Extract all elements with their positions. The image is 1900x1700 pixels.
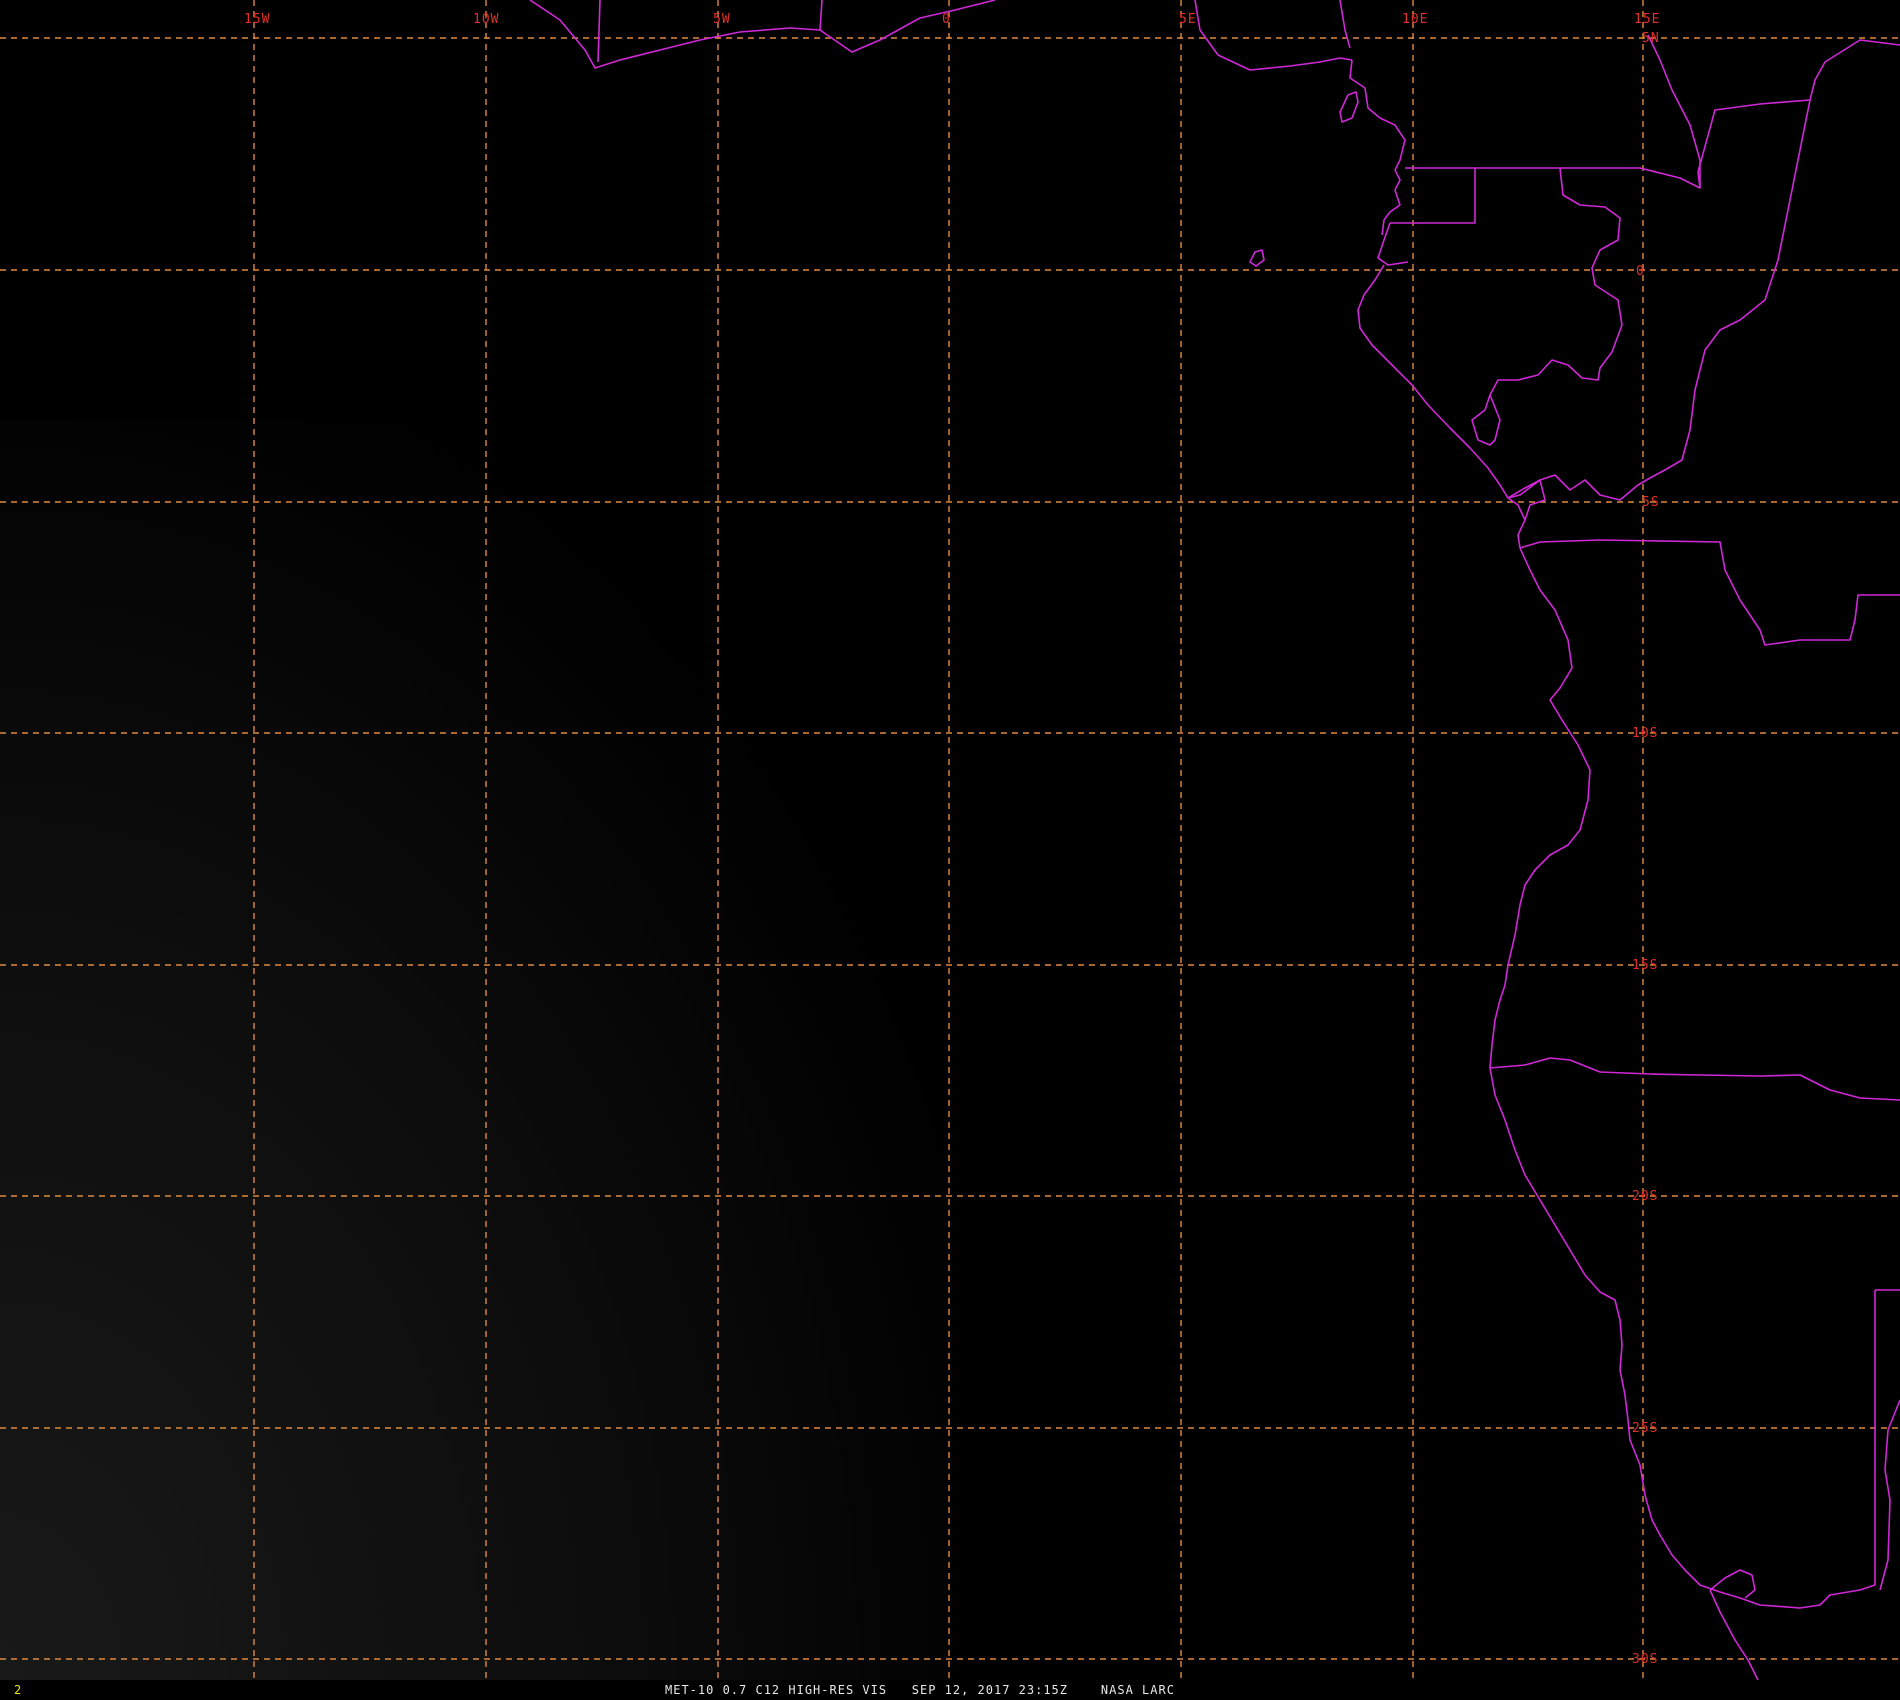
congo-drc-border [1647,34,1701,188]
lat-label-20s: 20S [1632,1189,1658,1204]
lon-label-10w: 10W [473,12,499,27]
ghana-border [597,0,601,63]
lat-label-10s: 10S [1632,726,1658,741]
congo-border-east [1560,39,1900,189]
gabon-congo-border [1471,167,1623,446]
frame-number: 2 [14,1683,22,1697]
lon-label-0: 0 [942,12,951,27]
latitude-labels: 5N 0 5S 10S 15S 20S 25S 30S [1632,31,1660,1667]
cameroon-coast [1349,59,1406,236]
lon-label-5e: 5E [1179,12,1197,27]
ocean-haze [0,420,950,1680]
cabinda-enclave [1507,479,1546,521]
longitude-labels: 15W 10W 5W 0 5E 10E 15E [244,12,1660,27]
lon-label-15e: 15E [1634,12,1660,27]
lat-label-0: 0 [1636,264,1645,279]
congo-coast [1507,497,1526,549]
togo-benin-border [819,0,823,31]
namibia-coast [1489,1067,1876,1609]
map-canvas: 15W 10W 5W 0 5E 10E 15E 5N 0 5S 10S 15S … [0,0,1900,1681]
lon-label-15w: 15W [244,12,270,27]
lon-label-10e: 10E [1402,12,1428,27]
south-africa-coast [1709,1589,1759,1681]
lat-label-5s: 5S [1642,495,1660,510]
drc-angola-border [1519,539,1900,646]
lat-label-5n: 5N [1642,31,1660,46]
nigeria-coast [1194,0,1353,71]
lat-label-30s: 30S [1632,1652,1658,1667]
cameroon-border [1339,0,1351,49]
satellite-map: 15W 10W 5W 0 5E 10E 15E 5N 0 5S 10S 15S … [0,0,1900,1700]
eq-guinea-north [1390,167,1476,224]
orange-river [1709,1569,1756,1599]
lat-label-15s: 15S [1632,958,1658,973]
sao-tome-island [1249,249,1265,267]
bioko-island [1339,91,1359,123]
image-caption: MET-10 0.7 C12 HIGH-RES VIS SEP 12, 2017… [665,1683,1175,1697]
angola-coast [1489,547,1591,1069]
congo-ubangi [1507,99,1811,501]
lon-label-5w: 5W [713,12,731,27]
lat-label-25s: 25S [1632,1421,1658,1436]
gabon-coast [1357,264,1509,499]
angola-namibia-border [1489,1057,1900,1101]
